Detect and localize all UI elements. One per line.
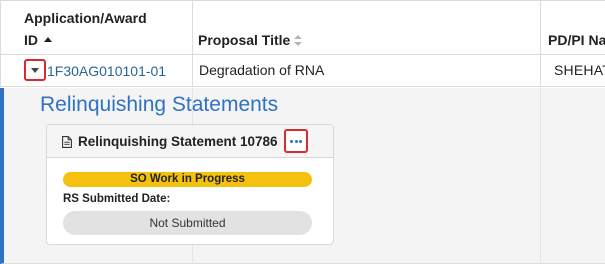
column-header-application-id[interactable]: Application/Award ID: [0, 1, 192, 55]
submitted-date-label: RS Submitted Date:: [63, 193, 171, 205]
column-header-label: PD/PI Na: [548, 32, 605, 48]
proposal-title-text: Degradation of RNA: [199, 62, 325, 78]
chevron-down-icon: [31, 68, 39, 73]
cell-application-id: 1F30AG010101-01: [0, 55, 192, 87]
sort-ascending-icon[interactable]: [44, 37, 52, 42]
cell-pd-pi: SHEHAT: [540, 55, 605, 87]
more-options-button[interactable]: [284, 129, 308, 153]
status-badge: SO Work in Progress: [63, 172, 312, 187]
sort-icon[interactable]: [294, 35, 303, 46]
column-header-label: Application/Award: [24, 10, 147, 26]
table-row: 1F30AG010101-01 Degradation of RNA SHEHA…: [0, 55, 605, 87]
submitted-date-value: Not Submitted: [63, 211, 312, 235]
table-header: Application/Award ID Proposal Title PD/P…: [0, 0, 605, 55]
more-options-icon: [290, 140, 302, 143]
expand-row-button[interactable]: [24, 59, 46, 81]
column-header-proposal-title[interactable]: Proposal Title: [192, 1, 540, 55]
application-id-link[interactable]: 1F30AG010101-01: [47, 63, 166, 79]
pd-pi-name: SHEHAT: [554, 62, 605, 78]
cell-proposal-title: Degradation of RNA: [192, 55, 540, 87]
divider: [540, 88, 541, 264]
card-title: Relinquishing Statement 10786: [78, 134, 278, 149]
column-header-pd-pi[interactable]: PD/PI Na: [540, 1, 605, 55]
card-header: Relinquishing Statement 10786: [47, 125, 333, 158]
column-header-label: ID: [24, 32, 38, 48]
applications-table: Application/Award ID Proposal Title PD/P…: [0, 0, 605, 264]
column-header-label: Proposal Title: [198, 32, 291, 48]
relinquishing-statements-heading: Relinquishing Statements: [40, 93, 279, 116]
document-icon: [62, 136, 72, 148]
relinquishing-statement-card: Relinquishing Statement 10786 SO Work in…: [46, 124, 334, 245]
